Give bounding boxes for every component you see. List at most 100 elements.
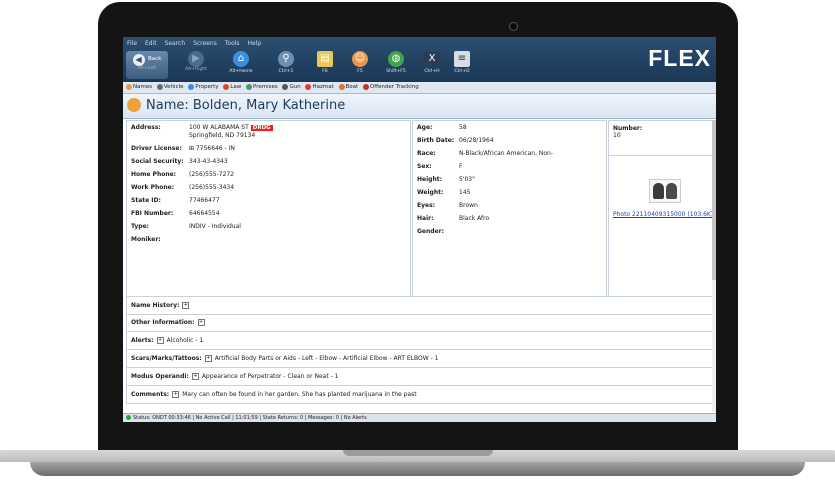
tools-button[interactable]: X Ctrl+H xyxy=(417,51,447,79)
home-shortcut: Alt+Home xyxy=(229,69,253,74)
camera-icon xyxy=(509,22,518,31)
page-title: Name: Bolden, Mary Katherine xyxy=(146,98,346,113)
status-text: Status: ONDT 00:33:46 | No Active Call |… xyxy=(133,415,367,421)
globe-button[interactable]: ◍ Shift+F5 xyxy=(381,51,411,79)
menu-file[interactable]: File xyxy=(127,40,137,47)
field-label: Height: xyxy=(417,176,442,183)
menu-edit[interactable]: Edit xyxy=(145,40,157,47)
driver-license-value[interactable]: ⊞ 7756646 - IN xyxy=(189,145,235,152)
menu-screens[interactable]: Screens xyxy=(193,40,217,47)
person-search-button[interactable]: ☺ F5 xyxy=(345,51,375,79)
field-row: Driver License: ⊞ 7756646 - IN xyxy=(127,142,410,155)
weight-value: 145 xyxy=(459,189,471,196)
mugshot-thumbnail[interactable] xyxy=(649,179,681,203)
document-icon: ▤ xyxy=(317,51,333,67)
forward-button[interactable]: ▶ Alt+Right xyxy=(181,51,211,79)
tools-shortcut: Ctrl+H xyxy=(424,69,440,74)
field-row: Work Phone: (256)555-3434 xyxy=(127,181,410,194)
base-bottom xyxy=(30,462,805,476)
menu-tools[interactable]: Tools xyxy=(225,40,240,47)
field-row: Social Security: 343-43-4343 xyxy=(127,155,410,168)
expand-icon[interactable]: + xyxy=(197,319,205,326)
section-law[interactable]: Law xyxy=(223,83,241,90)
back-shortcut: Alt+Left xyxy=(137,66,157,71)
field-row: Home Phone: (256)555-7272 xyxy=(127,168,410,181)
field-row: Weight: 145 xyxy=(413,186,606,199)
physical-panel: Age: 58 Birth Date: 06/28/1964 Race: N-Blac… xyxy=(412,120,607,297)
section-offender-tracking[interactable]: Offender Tracking xyxy=(362,83,419,90)
identity-panel: Address: 100 W ALABAMA ST DRUG Springfield… xyxy=(126,120,411,297)
globe-shortcut: Shift+F5 xyxy=(386,69,406,74)
height-value: 5'03" xyxy=(459,176,475,183)
menu-help[interactable]: Help xyxy=(247,40,261,47)
name-history-row[interactable]: Name History: + xyxy=(126,296,716,315)
back-label: Back xyxy=(148,56,162,62)
person-search-icon: ☺ xyxy=(352,51,368,67)
sex-value: F xyxy=(459,163,463,170)
field-label: Eyes: xyxy=(417,202,436,209)
scrollbar-thumb[interactable] xyxy=(712,120,716,280)
work-phone-value: (256)555-3434 xyxy=(189,184,235,191)
back-button[interactable]: ◀ Back Alt+Left xyxy=(126,51,168,79)
field-row: Age: 58 xyxy=(413,121,606,134)
home-button[interactable]: ⌂ Alt+Home xyxy=(226,51,256,79)
title-bar: File Edit Search Screens Tools Help ◀ Ba… xyxy=(123,37,716,82)
section-names[interactable]: Names xyxy=(126,83,152,90)
alerts-row[interactable]: Alerts: + Alcoholic - 1 xyxy=(126,332,716,350)
scars-marks-tattoos-row[interactable]: Scars/Marks/Tattoos: + Artificial Body Par… xyxy=(126,350,716,368)
expand-icon[interactable]: + xyxy=(191,373,199,380)
law-icon xyxy=(223,83,230,90)
field-label: Work Phone: xyxy=(131,184,175,191)
field-row: Birth Date: 06/28/1964 xyxy=(413,134,606,147)
field-label: Sex: xyxy=(417,163,432,170)
field-row: Moniker: xyxy=(127,233,410,246)
notepad-icon: ≡ xyxy=(454,51,470,67)
tools-icon: X xyxy=(424,51,440,67)
comments-row[interactable]: Comments: + Mary can often be found in her… xyxy=(126,386,716,404)
section-hazmat[interactable]: Hazmat xyxy=(305,83,334,90)
expand-icon[interactable]: + xyxy=(182,302,190,309)
property-icon xyxy=(188,83,195,90)
section-gun[interactable]: Gun xyxy=(282,83,301,90)
field-label: Moniker: xyxy=(131,236,161,243)
base-notch xyxy=(343,450,493,456)
state-id-value: 77466477 xyxy=(189,197,220,204)
expand-icon[interactable]: + xyxy=(204,355,212,362)
premises-icon xyxy=(245,83,252,90)
race-value: N-Black/African American, Non- xyxy=(459,150,554,157)
row-value: Mary can often be found in her garden. S… xyxy=(182,391,417,398)
row-label: Alerts: xyxy=(131,337,154,344)
age-value: 58 xyxy=(459,124,467,131)
forward-shortcut: Alt+Right xyxy=(185,67,207,72)
row-label: Other Information: xyxy=(131,319,195,326)
section-boat[interactable]: Boat xyxy=(338,83,358,90)
field-label: Weight: xyxy=(417,189,444,196)
menu-search[interactable]: Search xyxy=(165,40,186,47)
notepad-button[interactable]: ≡ Ctrl+D xyxy=(447,51,477,79)
expand-icon[interactable]: + xyxy=(156,337,164,344)
modus-operandi-row[interactable]: Modus Operandi: + Appearance of Perpetrato… xyxy=(126,368,716,386)
eyes-value: Brown xyxy=(459,202,478,209)
hazmat-icon xyxy=(305,83,312,90)
search-button[interactable]: ⚲ Ctrl+1 xyxy=(271,51,301,79)
section-property[interactable]: Property xyxy=(188,83,219,90)
field-label: Home Phone: xyxy=(131,171,177,178)
home-icon: ⌂ xyxy=(233,51,249,67)
status-ok-icon xyxy=(126,415,131,420)
scrollbar[interactable] xyxy=(712,120,716,412)
other-info-row[interactable]: Other Information: + xyxy=(126,314,716,332)
gun-icon xyxy=(282,83,289,90)
expand-icon[interactable]: + xyxy=(172,391,180,398)
section-vehicle[interactable]: Vehicle xyxy=(156,83,184,90)
section-premises[interactable]: Premises xyxy=(245,83,278,90)
photo-link[interactable]: Photo 22110409315000 (103.6K) xyxy=(613,211,713,218)
field-label: State ID: xyxy=(131,197,161,204)
number-block: Number: 10 xyxy=(609,121,716,143)
birth-date-value: 06/28/1964 xyxy=(459,137,494,144)
fbi-number-value: 64664554 xyxy=(189,210,220,217)
document-button[interactable]: ▤ F6 xyxy=(310,51,340,79)
number-label: Number: xyxy=(613,125,643,132)
field-row: State ID: 77466477 xyxy=(127,194,410,207)
divider xyxy=(609,155,716,156)
field-label: Social Security: xyxy=(131,158,184,165)
